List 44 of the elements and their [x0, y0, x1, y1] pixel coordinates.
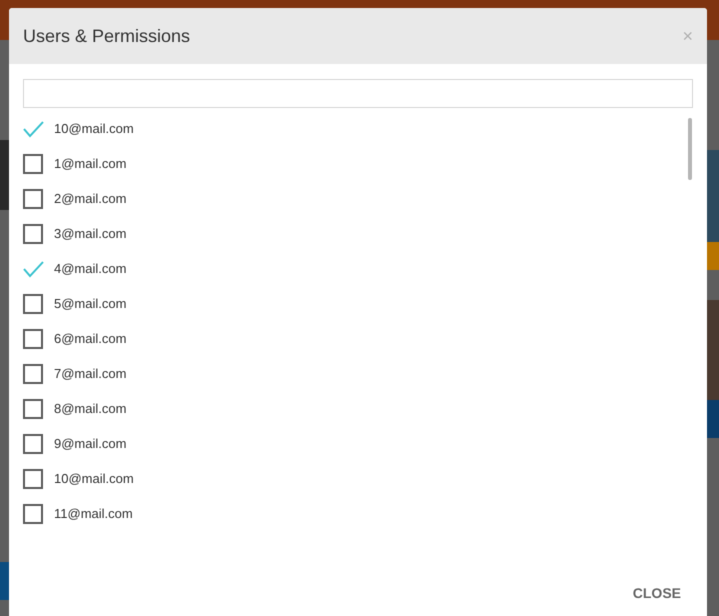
checkbox[interactable]: [23, 398, 43, 418]
dialog-title: Users & Permissions: [23, 24, 190, 48]
user-item[interactable]: 6@mail.com: [23, 321, 688, 356]
checkbox[interactable]: [23, 434, 43, 454]
page-card-image: [0, 140, 9, 210]
user-email: 2@mail.com: [54, 190, 126, 208]
user-item[interactable]: 5@mail.com: [23, 286, 688, 321]
user-email: 7@mail.com: [54, 364, 126, 383]
user-email: 6@mail.com: [54, 330, 126, 348]
checkbox[interactable]: [23, 154, 43, 174]
checkbox[interactable]: [23, 328, 43, 348]
user-item[interactable]: 10@mail.com: [23, 461, 688, 496]
user-email: 9@mail.com: [54, 434, 126, 453]
user-email: 1@mail.com: [54, 154, 126, 173]
user-item[interactable]: 3@mail.com: [23, 216, 688, 251]
page-card-bar: [707, 400, 719, 438]
user-item[interactable]: 2@mail.com: [23, 181, 688, 216]
checkbox[interactable]: [23, 468, 43, 488]
scrollbar-thumb[interactable]: [688, 118, 692, 180]
user-email: 8@mail.com: [54, 400, 126, 418]
user-item[interactable]: 9@mail.com: [23, 426, 688, 461]
user-item[interactable]: 4@mail.com: [23, 251, 688, 286]
checkbox[interactable]: [23, 224, 43, 244]
page-card-bar: [0, 562, 9, 600]
user-email: 4@mail.com: [54, 260, 126, 278]
checkbox[interactable]: [23, 504, 43, 524]
check-icon[interactable]: [23, 258, 44, 278]
user-email: 11@mail.com: [54, 504, 133, 523]
close-text-button[interactable]: CLOSE: [632, 583, 681, 604]
user-item[interactable]: 11@mail.com: [23, 496, 688, 531]
user-item[interactable]: 1@mail.com: [23, 146, 688, 181]
user-item[interactable]: 10@mail.com: [23, 111, 688, 146]
user-email: 3@mail.com: [54, 224, 126, 243]
user-email: 10@mail.com: [54, 120, 134, 138]
checkbox[interactable]: [23, 188, 43, 208]
user-email: 10@mail.com: [54, 470, 134, 488]
check-icon[interactable]: [23, 118, 44, 138]
user-item[interactable]: 8@mail.com: [23, 391, 688, 426]
checkbox[interactable]: [23, 364, 43, 384]
page-card-bar: [707, 242, 719, 270]
search-field[interactable]: [23, 79, 693, 108]
user-email: 5@mail.com: [54, 294, 126, 313]
user-item[interactable]: 7@mail.com: [23, 356, 688, 391]
checkbox[interactable]: [23, 294, 43, 314]
